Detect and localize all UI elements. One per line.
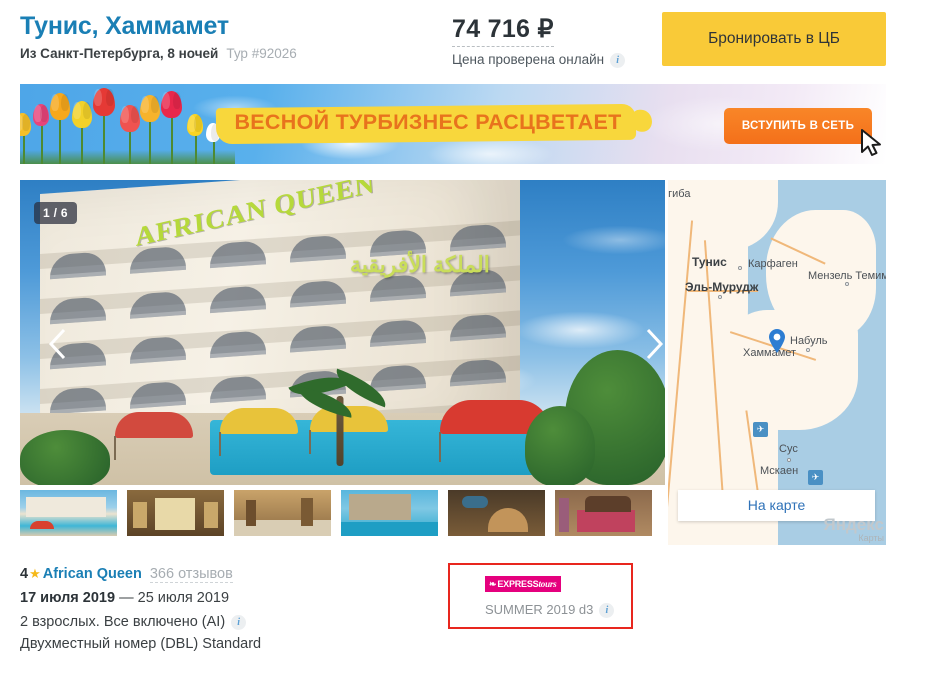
reviews-link[interactable]: 366 отзывов — [149, 566, 233, 583]
map-dot — [806, 348, 810, 352]
tour-operator-box[interactable]: ❧EXPRESStours SUMMER 2019 d3 i — [448, 563, 633, 629]
price-checked-label: Цена проверена онлайн — [452, 52, 605, 67]
price-block: 74 716 ₽ Цена проверена онлайн i — [452, 14, 626, 68]
banner-grass — [20, 150, 235, 164]
star-icon: ★ — [29, 566, 41, 581]
page-header: Тунис, Хаммамет Из Санкт-Петербурга, 8 н… — [0, 0, 928, 78]
bush — [525, 406, 595, 485]
thumbnail-strip — [20, 490, 665, 538]
gallery-next-arrow[interactable] — [640, 324, 665, 364]
date-separator: — — [119, 590, 134, 606]
star-rating-value: 4 — [20, 566, 29, 582]
map-dot — [738, 266, 742, 270]
operator-logo-italic: tours — [538, 579, 557, 589]
map-dot — [718, 295, 722, 299]
book-button[interactable]: Бронировать в ЦБ — [662, 12, 886, 66]
thumbnail-2[interactable] — [234, 490, 331, 536]
airplane-icon: ✈ — [808, 470, 823, 485]
tour-offer-page: Тунис, Хаммамет Из Санкт-Петербурга, 8 н… — [0, 0, 928, 686]
map-label-elmouruj: Эль-Мурудж — [685, 280, 759, 294]
airplane-icon: ✈ — [753, 422, 768, 437]
photo-gallery[interactable]: AFRICAN QUEEN الملكة الأفريقية 1 / 6 — [20, 180, 665, 485]
thumbnail-3[interactable] — [341, 490, 438, 536]
tour-details: 4★ African Queen 366 отзывов 17 июля 2019 … — [20, 566, 261, 652]
map-label-tunis: Тунис — [692, 255, 727, 269]
operator-package-line: SUMMER 2019 d3 i — [485, 602, 615, 619]
hotel-name-link[interactable]: African Queen — [43, 566, 142, 582]
tour-dates: 17 июля 2019 — 25 июля 2019 — [20, 590, 261, 606]
watermark-yandex: Яндекс — [823, 514, 884, 534]
bush — [20, 430, 110, 485]
thumbnail-1[interactable] — [127, 490, 224, 536]
map-dot — [845, 282, 849, 286]
banner-cta-button[interactable]: ВСТУПИТЬ В СЕТЬ — [724, 108, 872, 144]
tour-id: Тур #92026 — [226, 46, 297, 61]
photo-counter: 1 / 6 — [34, 202, 77, 224]
cursor-arrow-icon — [861, 129, 881, 156]
date-start: 17 июля 2019 — [20, 590, 116, 606]
palm-tree — [288, 365, 392, 466]
banner-tulips-image — [20, 88, 235, 164]
tour-subline: Из Санкт-Петербурга, 8 ночей Тур #92026 — [20, 45, 297, 63]
map-pin-icon — [769, 329, 785, 353]
hotel-arabic-sign: الملكة الأفريقية — [350, 252, 490, 277]
yandex-watermark: Яндекс Карты — [823, 514, 884, 543]
watermark-maps: Карты — [858, 532, 884, 543]
map-label-nabeul: Набуль — [790, 335, 828, 347]
occupancy-meal-line: 2 взрослых. Все включено (AI) i — [20, 614, 261, 630]
thumbnail-4[interactable] — [448, 490, 545, 536]
meal-info-icon[interactable]: i — [231, 614, 247, 630]
operator-info-icon[interactable]: i — [599, 603, 615, 619]
map-label-carthage: Карфаген — [748, 258, 798, 270]
map-label-msaken: Мскаен — [760, 465, 799, 477]
price-info-icon[interactable]: i — [610, 52, 626, 68]
map-dot — [787, 458, 791, 462]
occupancy-meal-label: 2 взрослых. Все включено (AI) — [20, 614, 226, 630]
map-label-sousse: Сус — [779, 443, 798, 455]
tour-price[interactable]: 74 716 ₽ — [452, 14, 554, 47]
operator-logo: ❧EXPRESStours — [485, 576, 561, 592]
operator-logo-swirl-icon: ❧ — [489, 579, 497, 589]
departure-info: Из Санкт-Петербурга, 8 ночей — [20, 46, 219, 61]
price-checked-note: Цена проверена онлайн i — [452, 52, 626, 68]
location-map[interactable]: огиба Тунис Карфаген Мензель Темим Эль-М… — [668, 180, 886, 545]
map-label-0: огиба — [668, 188, 691, 200]
banner-headline: ВЕСНОЙ ТУРБИЗНЕС РАСЦВЕТАЕТ — [234, 110, 622, 134]
page-title: Тунис, Хаммамет — [20, 12, 229, 40]
operator-package-label: SUMMER 2019 d3 — [485, 602, 594, 617]
map-label-menzel: Мензель Темим — [808, 270, 886, 282]
gallery-prev-arrow[interactable] — [44, 324, 72, 364]
date-end: 25 июля 2019 — [137, 590, 230, 606]
hotel-rating-line: 4★ African Queen 366 отзывов — [20, 566, 261, 583]
operator-logo-bold: EXPRESS — [497, 579, 539, 589]
thumbnail-5[interactable] — [555, 490, 652, 536]
promo-banner[interactable]: ВЕСНОЙ ТУРБИЗНЕС РАСЦВЕТАЕТ ВСТУПИТЬ В С… — [20, 84, 886, 164]
thumbnail-0[interactable] — [20, 490, 117, 536]
room-type: Двухместный номер (DBL) Standard — [20, 636, 262, 652]
